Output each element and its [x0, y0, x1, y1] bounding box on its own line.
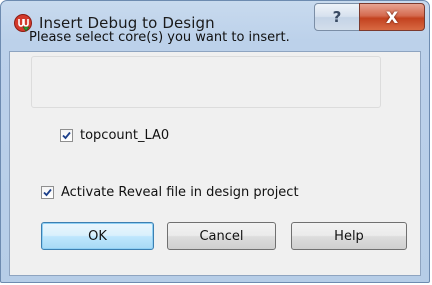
core-checkbox[interactable] — [60, 129, 73, 142]
core-label: topcount_LA0 — [80, 128, 170, 143]
question-icon: ? — [332, 8, 342, 26]
activate-reveal-label: Activate Reveal file in design project — [61, 185, 299, 200]
activate-reveal-option[interactable]: Activate Reveal file in design project — [41, 185, 299, 200]
instruction-text: Please select core(s) you want to insert… — [29, 30, 290, 45]
title-help-button[interactable]: ? — [314, 3, 360, 31]
help-button[interactable]: Help — [291, 222, 407, 250]
activate-reveal-checkbox[interactable] — [41, 186, 54, 199]
title-close-button[interactable]: X — [359, 3, 425, 31]
core-list-group — [31, 56, 381, 108]
checkmark-icon — [62, 131, 71, 140]
checkmark-icon — [43, 188, 52, 197]
close-icon: X — [385, 7, 399, 27]
ok-button[interactable]: OK — [41, 222, 154, 250]
core-option-topcount-la0[interactable]: topcount_LA0 — [60, 128, 169, 143]
cancel-button[interactable]: Cancel — [167, 222, 276, 250]
